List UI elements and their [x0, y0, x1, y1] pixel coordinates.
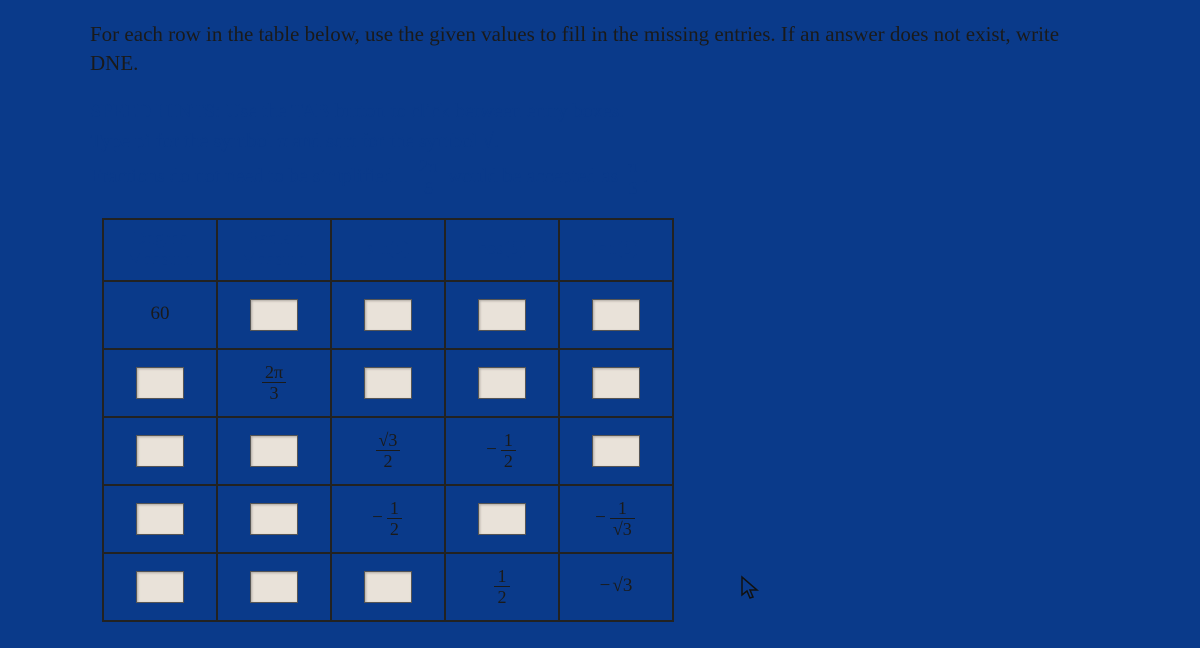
input-r4-cos[interactable] — [478, 503, 526, 535]
instruction-text: For each row in the table below, use the… — [90, 20, 1110, 79]
input-r2-degree[interactable] — [136, 367, 184, 399]
table-header-row: DegreeMeasure RadianMeasure sin(θ) cos(θ… — [103, 219, 673, 281]
header-sin: sin(θ) — [331, 219, 445, 281]
header-radian: RadianMeasure — [217, 219, 331, 281]
input-r2-cos[interactable] — [478, 367, 526, 399]
input-r1-radian[interactable] — [250, 299, 298, 331]
header-degree: DegreeMeasure — [103, 219, 217, 281]
trig-table: DegreeMeasure RadianMeasure sin(θ) cos(θ… — [102, 218, 674, 622]
table-row: 12 −√3 — [103, 553, 673, 621]
header-tan: tan(θ) — [559, 219, 673, 281]
input-r1-tan[interactable] — [592, 299, 640, 331]
input-r3-radian[interactable] — [250, 435, 298, 467]
header-cos: cos(θ) — [445, 219, 559, 281]
input-r1-sin[interactable] — [364, 299, 412, 331]
cursor-icon — [740, 575, 760, 608]
cell-sin-given: −12 — [331, 485, 445, 553]
table-row: −12 −1√3 — [103, 485, 673, 553]
cell-radian-given: 2π3 — [217, 349, 331, 417]
input-r5-radian[interactable] — [250, 571, 298, 603]
hint-line-3: Fractions do not need to be simplified..… — [90, 157, 1110, 198]
input-r4-degree[interactable] — [136, 503, 184, 535]
cell-sin-given: √32 — [331, 417, 445, 485]
hint-line-2: Type pi for the symbol π and sqrt for th… — [90, 127, 1110, 155]
input-r2-sin[interactable] — [364, 367, 412, 399]
input-r5-sin[interactable] — [364, 571, 412, 603]
input-r1-cos[interactable] — [478, 299, 526, 331]
input-r2-tan[interactable] — [592, 367, 640, 399]
cell-tan-given: −√3 — [559, 553, 673, 621]
cell-cos-given: 12 — [445, 553, 559, 621]
hint-line-1: SPEED HINTS: Use the TAB button to click… — [90, 97, 1110, 125]
input-r4-radian[interactable] — [250, 503, 298, 535]
cell-cos-given: −12 — [445, 417, 559, 485]
cell-degree-given: 60 — [103, 281, 217, 349]
cell-tan-given: −1√3 — [559, 485, 673, 553]
table-row: 2π3 — [103, 349, 673, 417]
table-row: 60 — [103, 281, 673, 349]
input-r3-tan[interactable] — [592, 435, 640, 467]
input-r3-degree[interactable] — [136, 435, 184, 467]
speed-hints: SPEED HINTS: Use the TAB button to click… — [90, 97, 1110, 198]
input-r5-degree[interactable] — [136, 571, 184, 603]
table-row: √32 −12 — [103, 417, 673, 485]
